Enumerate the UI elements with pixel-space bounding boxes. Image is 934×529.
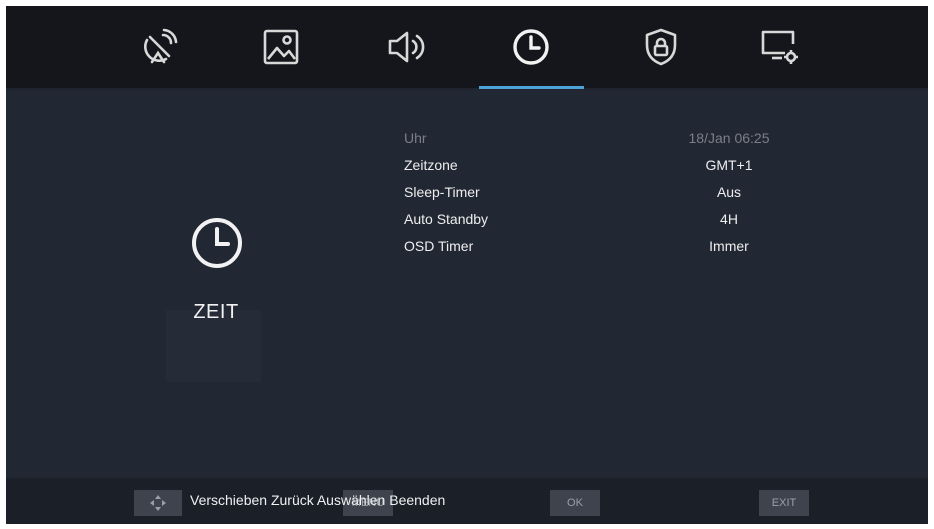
setting-label: Zeitzone: [404, 156, 458, 173]
ok-key[interactable]: OK: [550, 490, 600, 516]
setting-value: GMT+1: [705, 156, 753, 173]
lock-shield-icon: [645, 28, 677, 66]
tab-picture[interactable]: [226, 6, 336, 88]
navigate-key[interactable]: [134, 490, 182, 516]
tab-satellite[interactable]: [104, 6, 214, 88]
picture-icon: [263, 29, 299, 65]
clock-icon: [192, 218, 242, 268]
setting-value: 4H: [720, 210, 738, 227]
setting-label: Auto Standby: [404, 210, 489, 227]
setting-value: Immer: [709, 237, 749, 254]
satellite-icon: [144, 28, 178, 64]
active-tab-indicator: [479, 86, 584, 89]
sound-icon: [388, 31, 425, 63]
exit-key[interactable]: EXIT: [759, 490, 809, 516]
tab-time[interactable]: [476, 6, 586, 88]
setting-row-osd-timer[interactable]: OSD Timer Immer: [404, 232, 844, 259]
setting-row-timezone[interactable]: Zeitzone GMT+1: [404, 151, 844, 178]
setting-row-auto-standby[interactable]: Auto Standby 4H: [404, 205, 844, 232]
key-help-bar: MENU OK EXIT Verschieben Zurück Auswähle…: [6, 478, 928, 524]
setting-row-sleep-timer[interactable]: Sleep-Timer Aus: [404, 178, 844, 205]
clock-icon: [513, 29, 549, 65]
category-panel: ZEIT: [6, 90, 386, 478]
tab-sound[interactable]: [351, 6, 461, 88]
setting-label: Sleep-Timer: [404, 183, 480, 200]
setting-label: Uhr: [404, 129, 427, 146]
main-content: ZEIT Uhr 18/Jan 06:25 Zeitzone GMT+1 Sle…: [6, 90, 928, 478]
key-hint-text: Verschieben Zurück Auswählen Beenden: [190, 492, 446, 508]
setting-row-clock: Uhr 18/Jan 06:25: [404, 124, 844, 151]
tab-lock[interactable]: [606, 6, 716, 88]
tab-system[interactable]: [724, 6, 834, 88]
setting-value: Aus: [716, 183, 742, 200]
setting-value: 18/Jan 06:25: [688, 129, 770, 146]
setting-label: OSD Timer: [404, 237, 474, 254]
category-title: ZEIT: [193, 301, 239, 323]
menu-tab-bar: [6, 6, 928, 89]
dpad-icon: [150, 495, 166, 511]
tv-osd-screen: ZEIT Uhr 18/Jan 06:25 Zeitzone GMT+1 Sle…: [6, 6, 928, 524]
settings-list: Uhr 18/Jan 06:25 Zeitzone GMT+1 Sleep-Ti…: [404, 124, 844, 259]
monitor-settings-icon: [761, 30, 798, 64]
